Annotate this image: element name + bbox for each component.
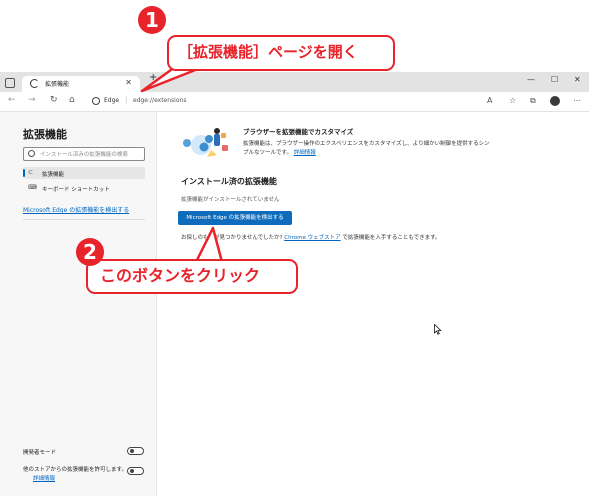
chrome-web-store-link[interactable]: Chrome ウェブストア [284,235,340,241]
step-2-badge: 2 [76,238,104,266]
search-input[interactable]: インストール済みの拡張機能の検索 [23,147,145,161]
tab-extensions[interactable]: 拡張機能 ✕ [22,76,140,92]
hint-suffix: で拡張機能を入手することもできます。 [342,235,441,241]
hint-prefix: お探しのもの [181,235,215,241]
discover-extensions-link[interactable]: Microsoft Edge の拡張機能を検出する [23,205,129,214]
step-1-badge: 1 [138,6,166,34]
sidebar-item-keyboard-shortcuts[interactable]: ⌨ キーボード ショートカット [23,182,145,194]
promo-learn-more-link[interactable]: 詳細情報 [294,150,316,156]
other-stores-learn-more-link[interactable]: 詳細情報 [33,474,55,482]
home-icon[interactable]: ⌂ [69,95,75,105]
developer-mode-toggle[interactable] [127,447,144,455]
tab-title: 拡張機能 [45,81,70,88]
read-aloud-icon[interactable]: A [487,96,492,105]
collections-icon[interactable]: ⧉ [530,96,536,106]
toggle-knob [130,449,134,453]
sidebar-title: 拡張機能 [23,128,67,141]
new-tab-button[interactable]: + [149,72,157,83]
toggle-knob [130,469,134,473]
close-window-button[interactable]: ✕ [574,75,581,84]
developer-mode-label: 開発者モード [23,450,57,456]
hint-mid: が見つかりませんでしたか? [214,235,283,241]
search-icon [28,150,35,157]
refresh-icon[interactable]: ↻ [50,95,58,105]
address-site: Edge [104,97,120,104]
settings-more-icon[interactable]: ⋯ [573,96,581,105]
edge-site-icon [92,97,100,105]
sidebar-divider [23,219,145,220]
callout-open-extensions-page: ［拡張機能］ページを開く [167,35,395,71]
extensions-nav-icon: ⊂ [28,169,34,176]
profile-avatar[interactable] [550,96,560,106]
address-separator: | [125,96,128,104]
screenshot-root: 拡張機能 ✕ + — ☐ ✕ ← → ↻ ⌂ Edge | edge://ext… [0,0,589,496]
minimize-button[interactable]: — [527,75,535,84]
callout-click-button: このボタンをクリック [86,259,298,294]
address-url[interactable]: edge://extensions [133,97,186,104]
promo-title: ブラウザーを拡張機能でカスタマイズ [243,128,354,136]
back-arrow-icon[interactable]: ← [8,95,16,105]
forward-arrow-icon[interactable]: → [28,95,36,105]
mouse-cursor-icon [434,324,442,335]
extensions-illustration-icon [183,128,228,157]
keyboard-icon: ⌨ [28,184,37,191]
address-bar[interactable]: Edge | edge://extensions [88,95,498,109]
sidebar-item-extensions[interactable]: ⊂ 拡張機能 [23,167,145,179]
sidebar-item-label: キーボード ショートカット [42,187,110,193]
search-placeholder: インストール済みの拡張機能の検索 [40,152,128,158]
installed-extensions-heading: インストール済の拡張機能 [181,177,277,186]
favorite-star-icon[interactable]: ☆ [509,96,516,105]
other-stores-toggle[interactable] [127,467,144,475]
tab-actions-icon[interactable] [5,78,15,88]
promo-description: 拡張機能は、ブラウザー操作のエクスペリエンスをカスタマイズし、より細かい制御を提… [243,140,493,158]
promo-description-text: 拡張機能は、ブラウザー操作のエクスペリエンスをカスタマイズし、より細かい制御を提… [243,141,490,156]
discover-extensions-button[interactable]: Microsoft Edge の拡張機能を検出する [178,211,292,225]
tab-close-icon[interactable]: ✕ [125,78,132,87]
other-stores-label: 他のストアからの拡張機能を許可します。 [23,467,127,473]
no-extensions-text: 拡張機能がインストールされていません [181,197,280,203]
maximize-button[interactable]: ☐ [551,75,558,84]
sidebar-item-label: 拡張機能 [42,172,65,178]
chrome-store-hint: お探しのものが見つかりませんでしたか? Chrome ウェブストア で拡張機能を… [181,233,441,241]
extensions-favicon-icon [30,79,39,88]
